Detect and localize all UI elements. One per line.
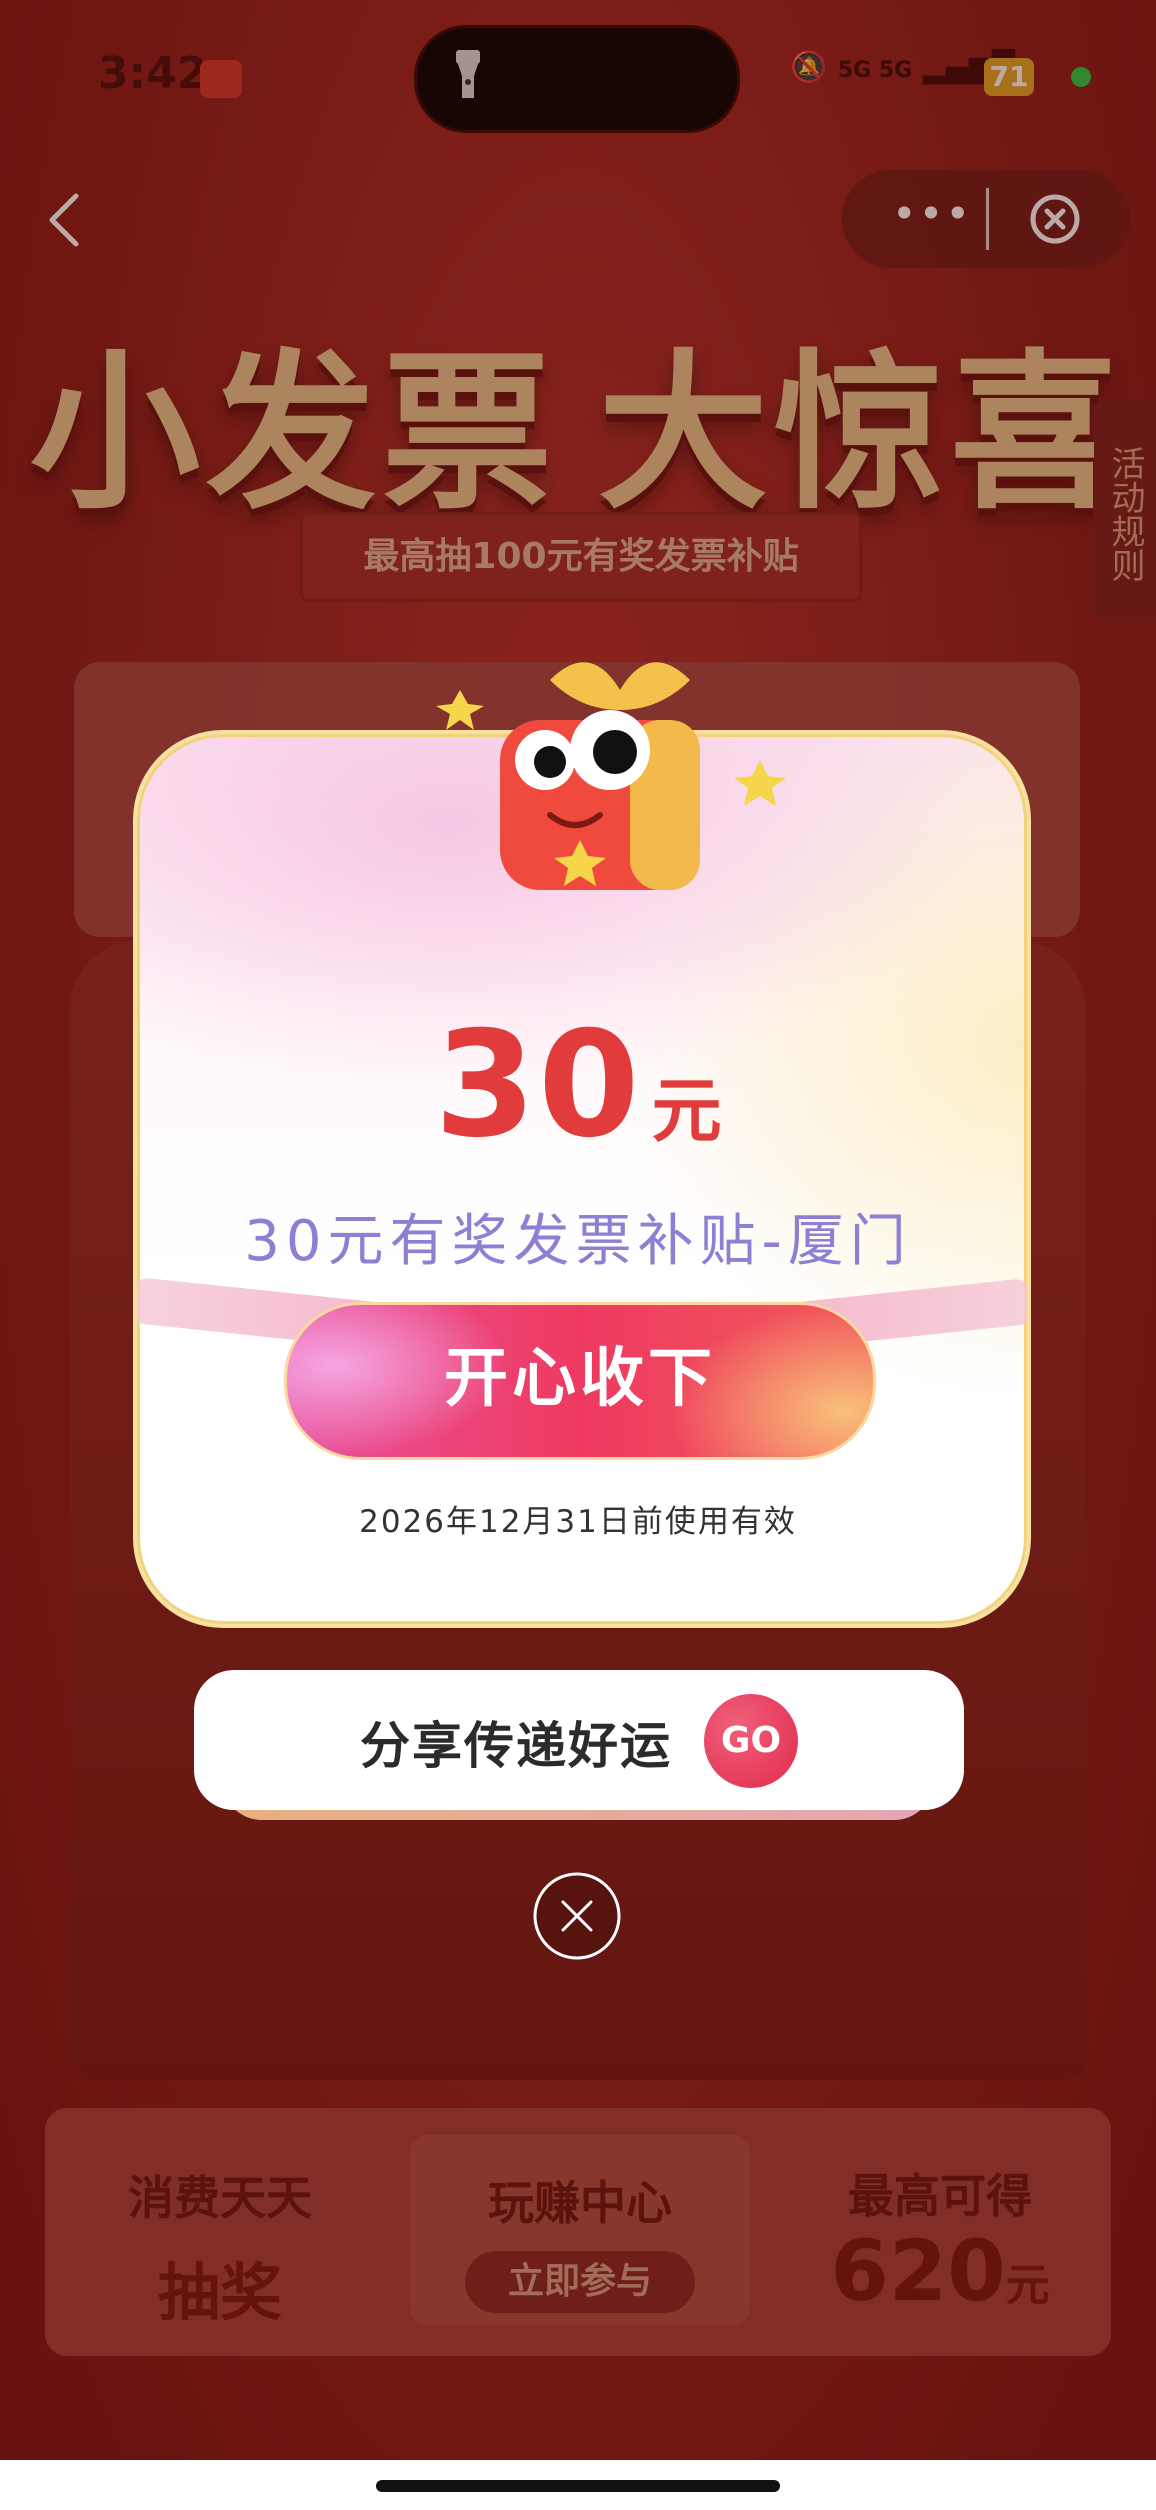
expiry-text: 2026年12月31日前使用有效 (359, 1504, 797, 1540)
prize-name: 30元有奖发票补贴-厦门 (244, 1209, 912, 1274)
amount-number: 30 (434, 1000, 642, 1170)
share-text: 分享传递好运 (360, 1717, 672, 1775)
prize-amount: 30 元 (0, 1000, 1156, 1170)
home-indicator[interactable] (376, 2480, 780, 2492)
gift-box-mascot-icon (436, 662, 786, 890)
amount-unit: 元 (651, 1070, 722, 1152)
accept-button[interactable]: 开心收下 (284, 1302, 876, 1460)
modal-close-icon[interactable] (531, 1870, 623, 1962)
go-button[interactable]: GO (704, 1694, 798, 1788)
